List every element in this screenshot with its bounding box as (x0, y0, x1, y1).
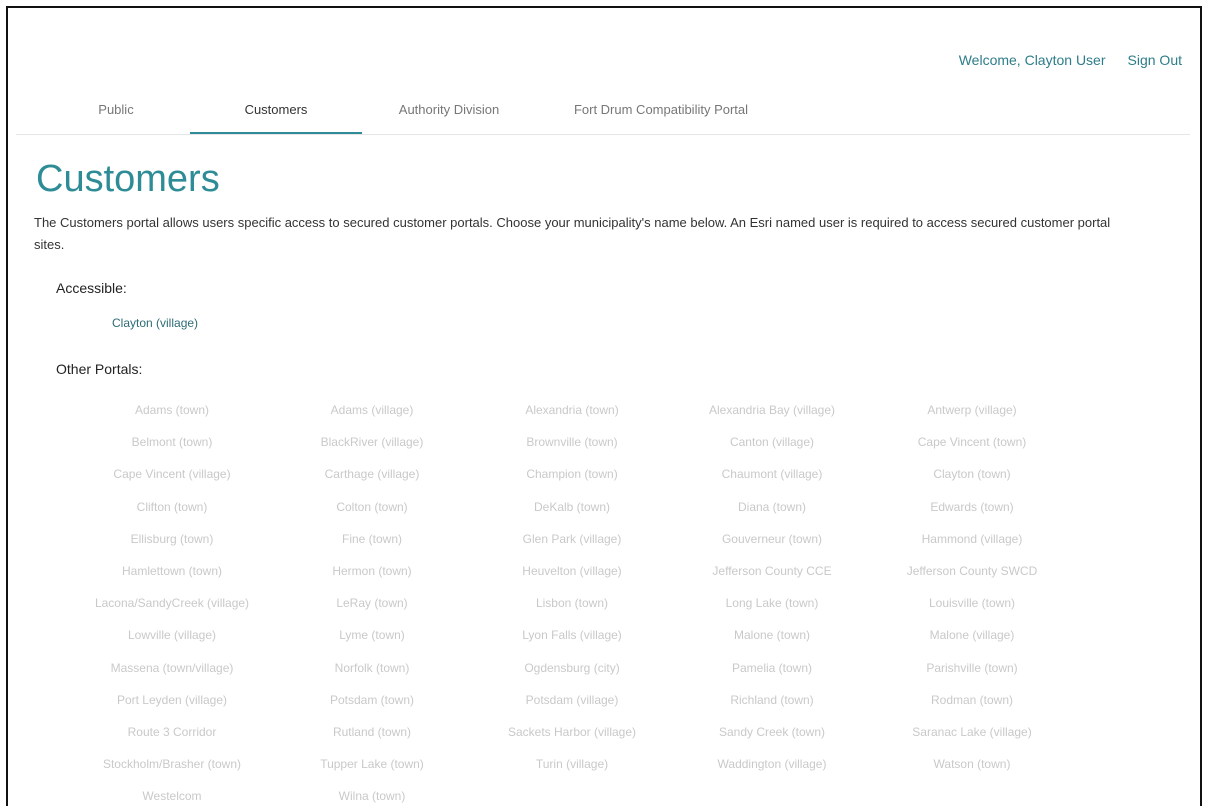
portal-link[interactable]: Malone (village) (872, 619, 1072, 651)
accessible-portal-link[interactable]: Clayton (village) (112, 316, 198, 330)
portal-link[interactable]: Champion (town) (472, 458, 672, 490)
portal-link[interactable]: Massena (town/village) (72, 652, 272, 684)
other-portals-grid: Adams (town) Adams (village) Alexandria (t… (72, 394, 1172, 812)
portal-link[interactable]: Watson (town) (872, 748, 1072, 780)
portal-link[interactable]: Lowville (village) (72, 619, 272, 651)
portal-link[interactable]: DeKalb (town) (472, 491, 672, 523)
other-portals-heading: Other Portals: (56, 361, 143, 377)
portal-link[interactable]: Ellisburg (town) (72, 523, 272, 555)
page-description: The Customers portal allows users specif… (34, 215, 1111, 252)
sign-out-link[interactable]: Sign Out (1128, 52, 1182, 68)
portal-link[interactable]: Tupper Lake (town) (272, 748, 472, 780)
portal-link[interactable]: Long Lake (town) (672, 587, 872, 619)
portal-link[interactable]: Hamlettown (town) (72, 555, 272, 587)
portal-link[interactable]: Richland (town) (672, 684, 872, 716)
portal-link[interactable]: Adams (town) (72, 394, 272, 426)
portal-link[interactable]: Stockholm/Brasher (town) (72, 748, 272, 780)
portal-link[interactable]: Gouverneur (town) (672, 523, 872, 555)
portal-link[interactable]: Colton (town) (272, 491, 472, 523)
portal-link[interactable]: Lyon Falls (village) (472, 619, 672, 651)
portal-link[interactable]: Saranac Lake (village) (872, 716, 1072, 748)
portal-link[interactable]: Rodman (town) (872, 684, 1072, 716)
portal-link[interactable]: Potsdam (town) (272, 684, 472, 716)
page-frame: Welcome, Clayton User Sign Out Public Cu… (6, 6, 1202, 806)
portal-link[interactable]: Potsdam (village) (472, 684, 672, 716)
portal-link[interactable]: Parishville (town) (872, 652, 1072, 684)
portal-link[interactable]: Route 3 Corridor (72, 716, 272, 748)
tab-fort-drum-compatibility-portal[interactable]: Fort Drum Compatibility Portal (546, 88, 776, 132)
portal-link[interactable]: Brownville (town) (472, 426, 672, 458)
portal-link[interactable]: Heuvelton (village) (472, 555, 672, 587)
user-bar: Welcome, Clayton User Sign Out (959, 52, 1182, 68)
portal-link[interactable]: Lyme (town) (272, 619, 472, 651)
portal-link[interactable]: Diana (town) (672, 491, 872, 523)
portal-link[interactable]: Louisville (town) (872, 587, 1072, 619)
portal-link[interactable]: Westelcom (72, 780, 272, 812)
portal-link[interactable]: Clifton (town) (72, 491, 272, 523)
portal-link[interactable]: Hammond (village) (872, 523, 1072, 555)
portal-link[interactable]: Alexandria Bay (village) (672, 394, 872, 426)
portal-link[interactable]: Belmont (town) (72, 426, 272, 458)
portal-link[interactable]: Fine (town) (272, 523, 472, 555)
portal-link[interactable]: Alexandria (town) (472, 394, 672, 426)
portal-link[interactable]: Sackets Harbor (village) (472, 716, 672, 748)
portal-link[interactable]: Adams (village) (272, 394, 472, 426)
portal-link[interactable]: Chaumont (village) (672, 458, 872, 490)
portal-link[interactable]: Antwerp (village) (872, 394, 1072, 426)
page-title: Customers (36, 158, 220, 200)
accessible-heading: Accessible: (56, 280, 127, 296)
portal-link[interactable]: Cape Vincent (village) (72, 458, 272, 490)
portal-link[interactable]: Clayton (town) (872, 458, 1072, 490)
portal-link[interactable]: Jefferson County SWCD (872, 555, 1072, 587)
portal-link[interactable]: Hermon (town) (272, 555, 472, 587)
portal-link[interactable]: Port Leyden (village) (72, 684, 272, 716)
portal-link[interactable]: BlackRiver (village) (272, 426, 472, 458)
portal-link[interactable]: Lacona/SandyCreek (village) (72, 587, 272, 619)
portal-link[interactable]: Canton (village) (672, 426, 872, 458)
portal-link[interactable]: LeRay (town) (272, 587, 472, 619)
tab-customers[interactable]: Customers (190, 88, 362, 134)
portal-link[interactable]: Rutland (town) (272, 716, 472, 748)
portal-link[interactable]: Pamelia (town) (672, 652, 872, 684)
portal-link[interactable]: Cape Vincent (town) (872, 426, 1072, 458)
portal-link[interactable]: Turin (village) (472, 748, 672, 780)
portal-link[interactable]: Sandy Creek (town) (672, 716, 872, 748)
portal-link[interactable]: Edwards (town) (872, 491, 1072, 523)
portal-link[interactable]: Norfolk (town) (272, 652, 472, 684)
portal-link[interactable]: Lisbon (town) (472, 587, 672, 619)
nav-tabs: Public Customers Authority Division Fort… (16, 88, 1190, 135)
tab-public[interactable]: Public (56, 88, 176, 132)
portal-link[interactable]: Wilna (town) (272, 780, 472, 812)
welcome-user-link[interactable]: Welcome, Clayton User (959, 52, 1106, 68)
portal-link[interactable]: Carthage (village) (272, 458, 472, 490)
portal-link[interactable]: Malone (town) (672, 619, 872, 651)
portal-link[interactable]: Ogdensburg (city) (472, 652, 672, 684)
portal-link[interactable]: Glen Park (village) (472, 523, 672, 555)
portal-link[interactable]: Jefferson County CCE (672, 555, 872, 587)
tab-authority-division[interactable]: Authority Division (378, 88, 520, 132)
portal-link[interactable]: Waddington (village) (672, 748, 872, 780)
